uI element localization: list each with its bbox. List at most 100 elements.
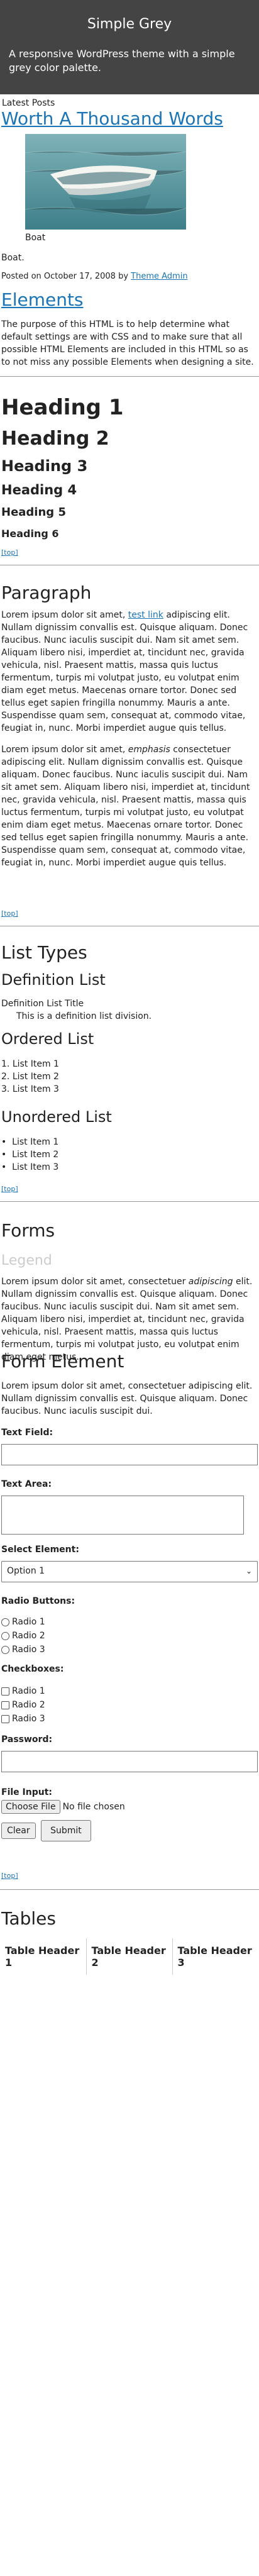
list-item-text: List Item 1: [12, 1137, 59, 1147]
legend-text-rest: elit. Nullam dignissim convallis est. Qu…: [1, 1277, 253, 1362]
list-item-text: List Item 2: [12, 1150, 59, 1160]
radio-option[interactable]: Radio 1: [0, 1615, 47, 1629]
elements-intro: The purpose of this HTML is to help dete…: [1, 319, 254, 367]
heading-6: Heading 6: [1, 528, 59, 540]
boat-image: [25, 134, 187, 230]
legend-text-start: Lorem ipsum dolor sit amet, consectetuer: [1, 1277, 189, 1287]
site-title[interactable]: Simple Grey: [9, 16, 250, 32]
radio-icon[interactable]: [1, 1645, 9, 1654]
post-author-link[interactable]: Theme Admin: [131, 272, 187, 281]
list-item: 1. List Item 1: [1, 1059, 59, 1069]
checkbox-label: Radio 2: [12, 1700, 45, 1710]
checkboxes-label: Checkboxes:: [1, 1664, 64, 1674]
radio-label: Radio 3: [12, 1645, 45, 1655]
paragraph-2: Lorem ipsum dolor sit amet, emphasis con…: [0, 743, 259, 869]
paragraph-1-text: Lorem ipsum dolor sit amet,: [1, 610, 128, 620]
heading-1: Heading 1: [1, 395, 124, 420]
radio-option[interactable]: Radio 3: [0, 1643, 47, 1657]
radio-group: Radio 1 Radio 2 Radio 3: [0, 1615, 47, 1657]
checkbox-icon[interactable]: [1, 1714, 9, 1723]
lists-title: List Types: [1, 942, 87, 963]
text-area-input[interactable]: [1, 1496, 244, 1535]
list-item-text: List Item 3: [12, 1162, 59, 1172]
ordered-list-title: Ordered List: [1, 1030, 94, 1048]
form-element-text: Lorem ipsum dolor sit amet, consectetuer…: [1, 1381, 253, 1416]
heading-4: Heading 4: [1, 482, 77, 497]
heading-2: Heading 2: [1, 428, 109, 450]
list-item-text: List Item 2: [12, 1072, 59, 1082]
boat-photo-icon: [25, 134, 187, 230]
checkbox-icon[interactable]: [1, 1701, 9, 1709]
post-meta-date: Posted on October 17, 2008 by: [1, 272, 131, 281]
list-item: • List Item 3: [1, 1162, 59, 1172]
top-link[interactable]: [top]: [1, 1872, 18, 1880]
post-title-link[interactable]: Worth A Thousand Words: [1, 108, 223, 129]
checkbox-group: Radio 1 Radio 2 Radio 3: [0, 1684, 47, 1726]
paragraph-1-rest: adipiscing elit. Nullam dignissim conval…: [1, 610, 248, 733]
select-value: Option 1: [7, 1566, 45, 1576]
text-field-input[interactable]: [1, 1444, 258, 1465]
definition-term: Definition List Title: [1, 999, 84, 1009]
submit-button[interactable]: Submit: [41, 1820, 91, 1841]
password-label: Password:: [1, 1735, 53, 1745]
definition-list-title: Definition List: [1, 971, 106, 989]
checkbox-label: Radio 3: [12, 1714, 45, 1724]
unordered-list: • List Item 1 • List Item 2 • List Item …: [1, 1136, 58, 1174]
list-item: 2. List Item 2: [1, 1072, 59, 1082]
checkbox-option[interactable]: Radio 3: [0, 1712, 47, 1726]
table-header-1: Table Header 1: [0, 1938, 87, 1975]
select-element[interactable]: Option 1 ⌄: [1, 1561, 258, 1582]
image-caption: Boat: [25, 233, 46, 243]
radio-label: Radio 2: [12, 1631, 45, 1641]
site-description: A responsive WordPress theme with a simp…: [9, 48, 235, 74]
post-title-elements: Elements: [1, 289, 84, 310]
divider: [0, 1889, 259, 1890]
file-input: Choose File No file chosen: [1, 1800, 125, 1814]
radio-option[interactable]: Radio 2: [0, 1629, 47, 1643]
legend-text-emphasis: adipiscing: [188, 1277, 233, 1287]
list-item-text: List Item 1: [12, 1059, 59, 1069]
radio-label: Radio 1: [12, 1617, 45, 1627]
definition-description: This is a definition list division.: [16, 1011, 152, 1021]
text-field-label: Text Field:: [1, 1428, 53, 1438]
paragraph-1: Lorem ipsum dolor sit amet, test link ad…: [0, 609, 259, 735]
list-item-text: List Item 3: [12, 1084, 59, 1094]
checkbox-label: Radio 1: [12, 1686, 45, 1696]
elements-title-link[interactable]: Elements: [1, 289, 84, 310]
top-link[interactable]: [top]: [1, 909, 18, 918]
emphasis-text: emphasis: [128, 745, 170, 755]
radio-icon[interactable]: [1, 1618, 9, 1626]
test-link[interactable]: test link: [128, 610, 163, 620]
checkbox-option[interactable]: Radio 2: [0, 1698, 47, 1712]
divider: [0, 376, 259, 377]
form-element-title: Form Element: [1, 1351, 124, 1372]
unordered-list-title: Unordered List: [1, 1108, 112, 1126]
radio-buttons-label: Radio Buttons:: [1, 1596, 75, 1606]
post-meta: Posted on October 17, 2008 by Theme Admi…: [1, 272, 188, 281]
table-header-3: Table Header 3: [177, 1945, 252, 1968]
page: Simple Grey A responsive WordPress theme…: [0, 0, 259, 2576]
list-item: 3. List Item 3: [1, 1084, 59, 1094]
choose-file-button[interactable]: Choose File: [1, 1800, 60, 1814]
password-input[interactable]: [1, 1751, 258, 1772]
checkbox-option[interactable]: Radio 1: [0, 1684, 47, 1698]
post-excerpt: Boat.: [1, 253, 25, 263]
clear-button[interactable]: Clear: [1, 1823, 36, 1839]
paragraph-2-text: Lorem ipsum dolor sit amet,: [1, 745, 128, 755]
radio-icon[interactable]: [1, 1631, 9, 1640]
select-label: Select Element:: [1, 1545, 79, 1555]
text-area-label: Text Area:: [1, 1479, 52, 1489]
no-file-text: No file chosen: [62, 1802, 125, 1812]
site-header: Simple Grey A responsive WordPress theme…: [0, 0, 259, 94]
ordered-list: 1. List Item 1 2. List Item 2 3. List It…: [1, 1058, 59, 1096]
checkbox-icon[interactable]: [1, 1687, 9, 1696]
table-header-2: Table Header 2: [86, 1938, 173, 1975]
top-link[interactable]: [top]: [1, 548, 18, 557]
list-item: • List Item 1: [1, 1137, 59, 1147]
top-link[interactable]: [top]: [1, 1185, 18, 1193]
tables-title: Tables: [1, 1908, 56, 1929]
post-title-worth: Worth A Thousand Words: [1, 108, 223, 129]
form-legend: Legend: [1, 1253, 52, 1269]
data-table: Table Header 1 Table Header 2 Table Head…: [0, 1938, 259, 1975]
divider: [0, 1201, 259, 1202]
